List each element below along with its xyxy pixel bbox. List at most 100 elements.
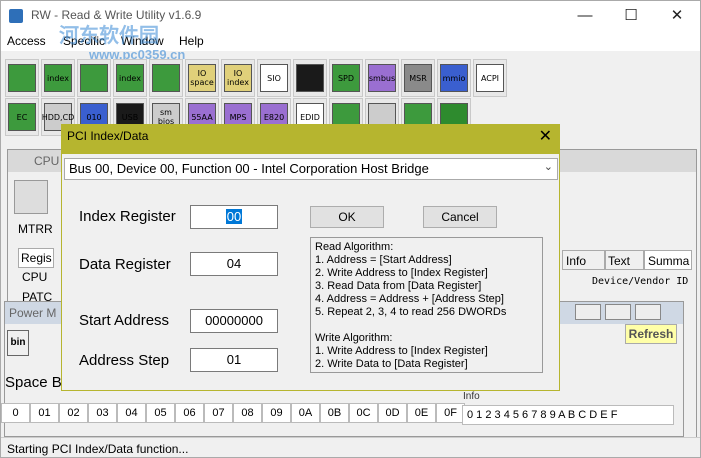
refresh-button[interactable]: Refresh [625, 324, 677, 344]
tab-text[interactable]: Text [604, 250, 644, 270]
algorithm-line: 1. Address = [Start Address] [315, 254, 452, 266]
dialog-title: PCI Index/Data [67, 129, 149, 143]
toolbar-main-button-10[interactable]: smbus [365, 59, 399, 97]
data-register-label: Data Register [79, 256, 171, 273]
toolbar-main: index index IO space IO index SIO SPD smbus MSR… [5, 59, 507, 99]
power-min-button[interactable] [575, 304, 601, 320]
hex-column-header: 0B [320, 403, 349, 423]
hex-ascii-header: 0 1 2 3 4 5 6 7 8 9 A B C D E F [462, 405, 674, 425]
memory-icon [80, 64, 108, 92]
hex-column-header: 06 [175, 403, 204, 423]
algorithm-line: Write Algorithm: [315, 332, 393, 344]
device-vendor-label: Device/Vendor ID [592, 276, 689, 287]
ok-button[interactable]: OK [310, 206, 384, 228]
mtrr-label: MTRR [18, 222, 53, 236]
toolbar-main-button-4[interactable] [149, 59, 183, 97]
hex-column-header: 02 [59, 403, 88, 423]
msr-cpu-icon: MSR [404, 64, 432, 92]
spd-icon: SPD [332, 64, 360, 92]
sio-icon: SIO [260, 64, 288, 92]
io-space-icon: IO space [188, 64, 216, 92]
hex-column-header: 0F [436, 403, 465, 423]
toolbar-main-button-5[interactable]: IO space [185, 59, 219, 97]
start-address-label: Start Address [79, 312, 170, 329]
acpi-icon: ACPI [476, 64, 504, 92]
hex-column-header: 0A [291, 403, 320, 423]
algorithm-line: 1. Write Address to [Index Register] [315, 345, 488, 357]
power-window-title-text: Power M [9, 306, 57, 320]
hex-column-header: 04 [117, 403, 146, 423]
algorithm-line: Read Algorithm: [315, 241, 394, 253]
toolbar-secondary-button-0[interactable]: EC [5, 98, 39, 136]
minimize-button[interactable]: — [562, 1, 608, 31]
toolbar-main-button-7[interactable]: SIO [257, 59, 291, 97]
pci-card-icon [8, 64, 36, 92]
smbus-icon: smbus [368, 64, 396, 92]
index-register-label: Index Register [79, 208, 176, 225]
algorithm-line: 2. Write Address to [Index Register] [315, 267, 488, 279]
cancel-button[interactable]: Cancel [423, 206, 497, 228]
toolbar-main-button-3[interactable]: index [113, 59, 147, 97]
hex-column-header: 03 [88, 403, 117, 423]
algorithm-line [315, 319, 538, 332]
index-card-icon: index [44, 64, 72, 92]
tab-summary[interactable]: Summa [644, 250, 692, 270]
pci-index-data-dialog: PCI Index/Data ✕ Bus 00, Device 00, Func… [61, 124, 560, 391]
hex-column-header: 0 [1, 403, 30, 423]
algorithm-line: 3. Read Data from [Data Register] [315, 280, 482, 292]
address-step-input[interactable]: 01 [190, 348, 278, 372]
hex-column-header: 0E [407, 403, 436, 423]
index-register-input[interactable]: 00 [190, 205, 278, 229]
toolbar-main-button-8[interactable] [293, 59, 327, 97]
toolbar-main-button-0[interactable] [5, 59, 39, 97]
chevron-down-icon: ⌄ [543, 161, 553, 173]
index-memory-icon: index [116, 64, 144, 92]
ec-icon: EC [8, 103, 36, 131]
io-card-icon [152, 64, 180, 92]
toolbar-main-button-9[interactable]: SPD [329, 59, 363, 97]
power-close-button[interactable] [635, 304, 661, 320]
cpu-window-title-text: CPU [34, 154, 60, 168]
algorithm-line: 2. Write Data to [Data Register] [315, 358, 468, 370]
hex-column-header: 09 [262, 403, 291, 423]
address-step-label: Address Step [79, 352, 170, 369]
toolbar-main-button-6[interactable]: IO index [221, 59, 255, 97]
toolbar-main-button-12[interactable]: mmio [437, 59, 471, 97]
maximize-button[interactable]: ☐ [608, 1, 654, 31]
bin-icon[interactable]: bin [7, 330, 29, 356]
hex-column-header: 0D [378, 403, 407, 423]
info-tab-small[interactable]: Info [463, 391, 480, 402]
device-select-value: Bus 00, Device 00, Function 00 - Intel C… [69, 161, 429, 176]
hex-column-header: 08 [233, 403, 262, 423]
tab-regis[interactable]: Regis [18, 248, 54, 268]
device-select[interactable]: Bus 00, Device 00, Function 00 - Intel C… [64, 158, 558, 180]
toolbar-main-button-1[interactable]: index [41, 59, 75, 97]
algorithm-line: 5. Repeat 2, 3, 4 to read 256 DWORDs [315, 306, 507, 318]
cpu-label: CPU [22, 270, 48, 284]
power-max-button[interactable] [605, 304, 631, 320]
menu-help[interactable]: Help [179, 34, 204, 48]
hex-header-row: 0 01 02 03 04 05 06 07 08 09 0A 0B 0C 0D 0E 0F [1, 403, 465, 425]
hex-column-header: 05 [146, 403, 175, 423]
mmio-icon: mmio [440, 64, 468, 92]
algorithm-description: Read Algorithm: 1. Address = [Start Addre… [310, 237, 543, 373]
dialog-close-button[interactable]: ✕ [539, 126, 552, 146]
oscilloscope-icon [296, 64, 324, 92]
start-address-input[interactable]: 00000000 [190, 309, 278, 333]
index-register-value: 00 [225, 209, 243, 224]
status-bar: Starting PCI Index/Data function... [1, 437, 700, 457]
menu-access[interactable]: Access [7, 34, 46, 48]
hex-column-header: 07 [204, 403, 233, 423]
watermark-logo: 河东软件园 [59, 23, 159, 47]
hex-column-header: 01 [30, 403, 59, 423]
save-disk-icon[interactable] [14, 180, 48, 214]
tab-info[interactable]: Info [562, 250, 606, 270]
data-register-input[interactable]: 04 [190, 252, 278, 276]
hex-column-header: 0C [349, 403, 378, 423]
toolbar-main-button-11[interactable]: MSR [401, 59, 435, 97]
close-button[interactable]: ✕ [654, 1, 700, 31]
algorithm-line: 4. Address = Address + [Address Step] [315, 293, 504, 305]
toolbar-main-button-2[interactable] [77, 59, 111, 97]
toolbar-main-button-13[interactable]: ACPI [473, 59, 507, 97]
rw-utility-window: RW - Read & Write Utility v1.6.9 — ☐ ✕ A… [0, 0, 701, 458]
